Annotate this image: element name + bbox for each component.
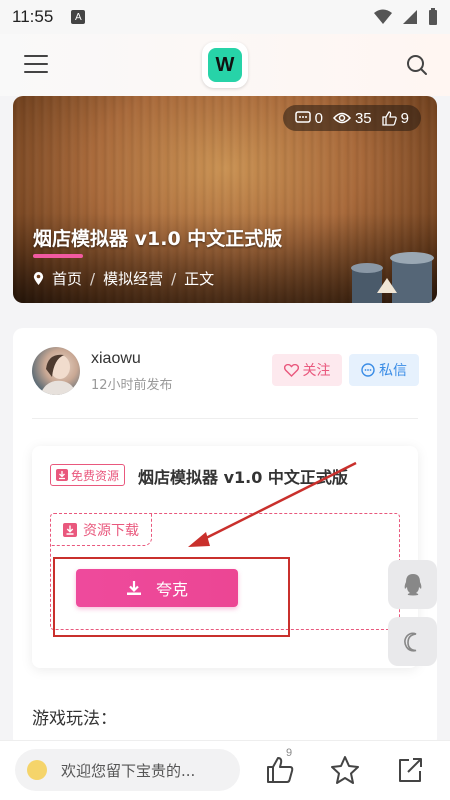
hero-stats: 0 35 9 — [282, 105, 421, 131]
download-section-text: 资源下载 — [83, 522, 139, 539]
dark-mode-button[interactable] — [388, 617, 437, 666]
message-button[interactable]: 私信 — [349, 354, 419, 386]
chat-icon — [361, 363, 375, 377]
annotation-highlight-box — [53, 557, 290, 637]
signal-icon — [403, 10, 417, 24]
avatar[interactable] — [32, 347, 80, 395]
top-bar: W — [0, 34, 450, 96]
bottom-bar: 欢迎您留下宝贵的... 9 — [0, 740, 450, 800]
free-resource-label: 免费资源 — [71, 468, 120, 483]
hero-decoration — [351, 252, 434, 303]
status-time: 11:55 — [12, 7, 54, 26]
download-box-icon — [63, 522, 77, 537]
battery-icon — [429, 8, 437, 25]
like-count: 9 — [286, 747, 293, 759]
resource-title: 烟店模拟器 v1.0 中文正式版 — [138, 468, 348, 487]
breadcrumb-category[interactable]: 模拟经营 — [103, 268, 163, 289]
qq-icon — [404, 573, 421, 595]
wifi-icon — [374, 9, 392, 24]
star-icon[interactable] — [330, 755, 360, 785]
breadcrumb-separator: / — [90, 269, 96, 288]
article-card: xiaowu 12小时前发布 关注 私信 免费资源 烟店模拟器 v1.0 中文正… — [13, 328, 437, 748]
menu-icon[interactable] — [24, 52, 48, 76]
notification-icon: A — [71, 10, 86, 24]
search-icon[interactable] — [406, 54, 428, 76]
message-label: 私信 — [379, 363, 407, 379]
comment-placeholder: 欢迎您留下宝贵的... — [61, 761, 196, 780]
view-count: 35 — [354, 109, 372, 127]
thumbs-up-icon[interactable] — [265, 755, 295, 785]
post-time: 12小时前发布 — [91, 378, 173, 393]
thumbs-up-icon — [382, 110, 397, 126]
breadcrumb: 首页 / 模拟经营 / 正文 — [33, 268, 214, 289]
free-resource-badge: 免费资源 — [50, 464, 126, 486]
title-underline — [33, 254, 83, 258]
breadcrumb-current: 正文 — [184, 270, 215, 288]
qq-button[interactable] — [388, 560, 437, 609]
app-logo[interactable]: W — [202, 42, 248, 88]
breadcrumb-separator: / — [171, 269, 177, 288]
comment-count: 0 — [314, 109, 323, 127]
comment-icon — [294, 111, 311, 123]
section-title: 游戏玩法： — [32, 709, 117, 729]
hero-title: 烟店模拟器 v1.0 中文正式版 — [33, 228, 283, 250]
download-box-icon — [56, 469, 68, 481]
follow-button[interactable]: 关注 — [272, 354, 342, 386]
avatar-portrait — [40, 354, 76, 395]
eye-icon — [332, 112, 351, 124]
breadcrumb-home[interactable]: 首页 — [52, 268, 82, 289]
emoji-icon — [27, 760, 47, 780]
follow-label: 关注 — [302, 363, 331, 379]
divider — [32, 418, 418, 419]
heart-icon — [283, 363, 299, 377]
moon-icon — [403, 632, 416, 652]
status-bar: 11:55 A — [0, 0, 450, 34]
location-pin-icon — [33, 271, 44, 285]
share-icon[interactable] — [395, 755, 425, 785]
hero-banner: 0 35 9 烟店模拟器 v1.0 中文正式版 首页 / 模拟经营 / 正文 — [13, 96, 437, 303]
author-name[interactable]: xiaowu — [91, 350, 141, 368]
logo-letter: W — [208, 48, 242, 82]
download-section-label: 资源下载 — [51, 514, 152, 546]
comment-input[interactable]: 欢迎您留下宝贵的... — [15, 749, 240, 791]
like-count-hero: 9 — [400, 109, 409, 127]
